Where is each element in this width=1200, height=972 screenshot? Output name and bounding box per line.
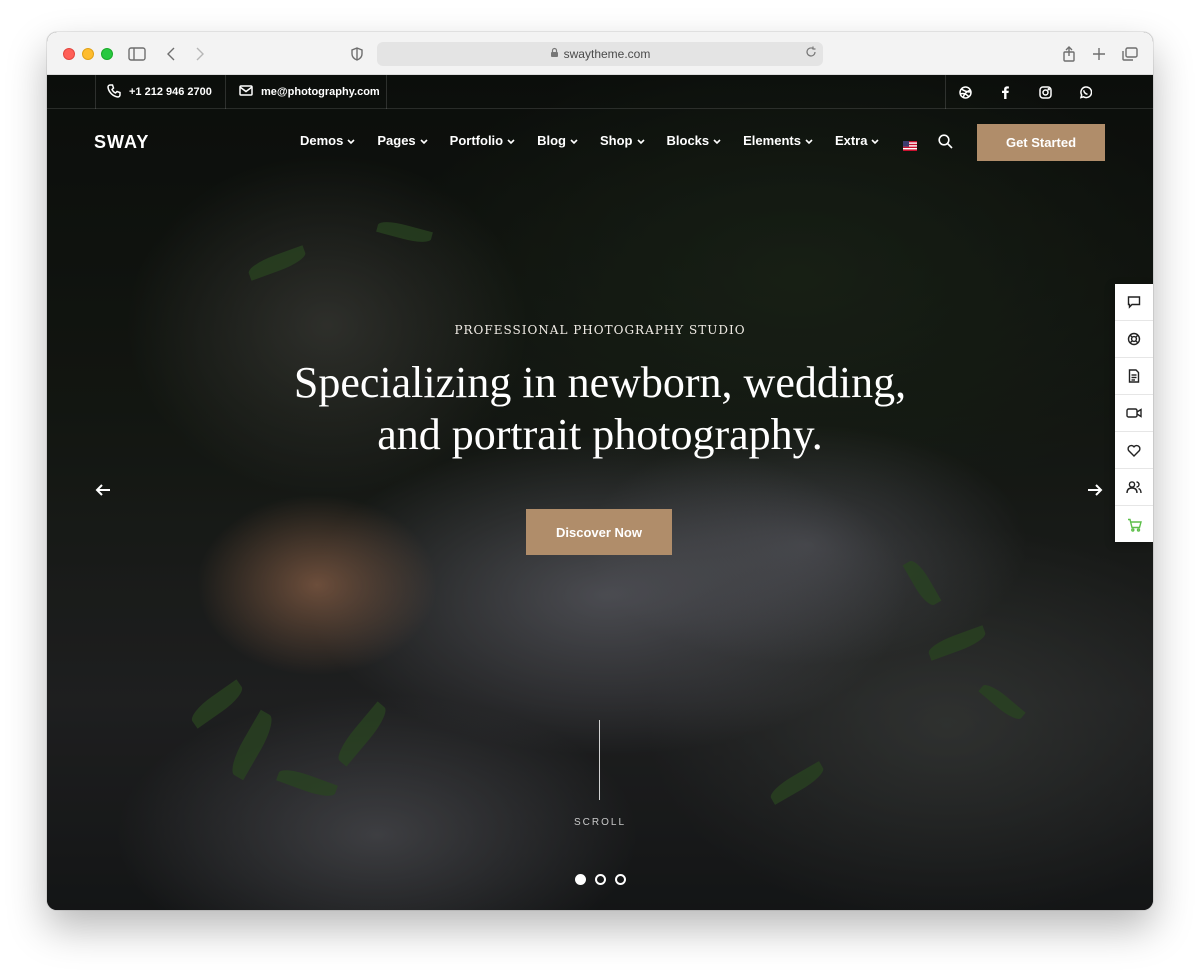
chevron-down-icon (805, 133, 813, 148)
chevron-down-icon (713, 133, 721, 148)
zoom-window-button[interactable] (101, 48, 113, 60)
whatsapp-icon[interactable] (1065, 75, 1105, 109)
next-slide-arrow-icon[interactable] (1087, 483, 1107, 503)
facebook-icon[interactable] (985, 75, 1025, 109)
headline-line-1: Specializing in newborn, wedding, (293, 358, 907, 407)
scroll-indicator-line (599, 720, 600, 800)
support-icon[interactable] (1115, 321, 1153, 358)
slide-dot-2[interactable] (595, 874, 606, 885)
nav-item-demos[interactable]: Demos (300, 133, 355, 148)
headline-line-2: and portrait photography. (377, 410, 823, 459)
reload-icon[interactable] (805, 46, 817, 61)
instagram-icon[interactable] (1025, 75, 1065, 109)
chevron-down-icon (570, 133, 578, 148)
search-icon[interactable] (938, 134, 953, 154)
nav-label: Pages (377, 133, 416, 148)
new-tab-icon[interactable] (1089, 44, 1109, 64)
divider (95, 75, 96, 109)
share-icon[interactable] (1059, 44, 1079, 64)
hero-overlay (47, 75, 1153, 910)
lock-icon (550, 47, 559, 61)
nav-item-shop[interactable]: Shop (600, 133, 645, 148)
chevron-down-icon (420, 133, 428, 148)
browser-toolbar: swaytheme.com (47, 32, 1153, 75)
minimize-window-button[interactable] (82, 48, 94, 60)
get-started-button[interactable]: Get Started (977, 124, 1105, 161)
nav-label: Shop (600, 133, 633, 148)
hero-headline: Specializing in newborn, wedding, and po… (47, 357, 1153, 461)
site-logo[interactable]: SWAY (94, 132, 149, 153)
mail-icon (239, 85, 253, 99)
nav-label: Demos (300, 133, 344, 148)
chevron-down-icon (347, 133, 355, 148)
main-nav: Demos Pages Portfolio Blog Shop Blocks E… (300, 133, 901, 148)
divider (386, 75, 387, 109)
divider (225, 75, 226, 109)
chevron-down-icon (507, 133, 515, 148)
chevron-down-icon (636, 133, 645, 148)
slide-dot-1[interactable] (575, 874, 586, 885)
nav-item-elements[interactable]: Elements (743, 133, 813, 148)
heart-icon[interactable] (1115, 432, 1153, 469)
address-bar[interactable]: swaytheme.com (377, 42, 823, 66)
chat-icon[interactable] (1115, 284, 1153, 321)
us-flag-icon[interactable] (903, 138, 917, 151)
nav-label: Blocks (666, 133, 710, 148)
top-info-bar: +1 212 946 2700 me@photography.com (47, 75, 1153, 109)
document-icon[interactable] (1115, 358, 1153, 395)
phone-number: +1 212 946 2700 (129, 86, 212, 98)
discover-now-button[interactable]: Discover Now (526, 509, 672, 555)
prev-slide-arrow-icon[interactable] (95, 483, 115, 503)
slide-dot-3[interactable] (615, 874, 626, 885)
scroll-label[interactable]: SCROLL (47, 817, 1153, 828)
phone-link[interactable]: +1 212 946 2700 (107, 75, 212, 109)
phone-icon (107, 83, 121, 101)
hero-kicker: PROFESSIONAL PHOTOGRAPHY STUDIO (454, 323, 746, 337)
email-address: me@photography.com (261, 86, 380, 98)
nav-item-portfolio[interactable]: Portfolio (450, 133, 515, 148)
close-window-button[interactable] (63, 48, 75, 60)
nav-item-pages[interactable]: Pages (377, 133, 428, 148)
slider-pagination (575, 874, 626, 885)
sidebar-toggle-icon[interactable] (127, 44, 147, 64)
nav-item-extra[interactable]: Extra (835, 133, 880, 148)
forward-icon[interactable] (190, 44, 210, 64)
chevron-down-icon (871, 133, 880, 148)
video-icon[interactable] (1115, 395, 1153, 432)
cart-icon[interactable] (1115, 506, 1153, 543)
floating-side-panel (1115, 284, 1153, 542)
nav-item-blocks[interactable]: Blocks (667, 133, 722, 148)
dribbble-icon[interactable] (945, 75, 985, 109)
hero-section: +1 212 946 2700 me@photography.com SWAY … (47, 75, 1153, 910)
back-icon[interactable] (161, 44, 181, 64)
users-icon[interactable] (1115, 469, 1153, 506)
nav-label: Portfolio (449, 133, 504, 148)
tab-overview-icon[interactable] (1120, 44, 1140, 64)
nav-label: Blog (537, 133, 566, 148)
url-text: swaytheme.com (563, 47, 651, 61)
nav-label: Elements (743, 133, 801, 148)
browser-window: swaytheme.com +1 212 946 2700 me@photogr… (47, 32, 1153, 910)
nav-label: Extra (834, 133, 868, 148)
email-link[interactable]: me@photography.com (239, 75, 380, 109)
privacy-shield-icon[interactable] (347, 44, 367, 64)
nav-item-blog[interactable]: Blog (537, 133, 578, 148)
